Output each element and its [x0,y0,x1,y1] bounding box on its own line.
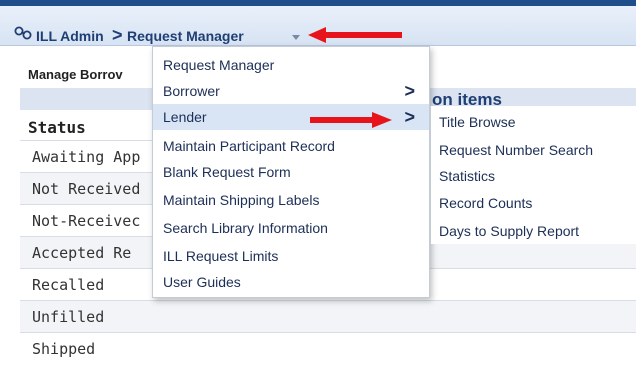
submenu-item-title-browse[interactable]: Title Browse [439,114,516,130]
menu-item-label: Borrower [163,83,220,99]
lender-submenu: Title Browse Request Number Search Stati… [430,106,636,244]
menu-item-borrower[interactable]: Borrower > [153,78,429,104]
menu-item-maintain-participant[interactable]: Maintain Participant Record [153,133,429,159]
menu-item-label: Search Library Information [163,220,328,236]
request-manager-dropdown-menu: Request Manager Borrower > Lender > Mainta… [152,46,430,298]
caret-down-icon[interactable] [292,35,300,40]
menu-item-label: Request Manager [163,57,275,73]
breadcrumb-separator: > [112,25,123,45]
menu-item-request-manager[interactable]: Request Manager [153,52,429,78]
menu-item-label: User Guides [163,274,241,290]
menu-item-label: ILL Request Limits [163,248,279,264]
link-chain-icon [14,26,32,40]
annotation-arrow-icon [310,112,392,128]
submenu-item-record-counts[interactable]: Record Counts [439,195,532,211]
status-row-shipped[interactable]: Shipped [20,332,636,364]
breadcrumb-request-manager[interactable]: Request Manager [127,28,244,44]
menu-item-request-limits[interactable]: ILL Request Limits [153,243,429,269]
menu-item-search-library[interactable]: Search Library Information [153,215,429,241]
page-title: Manage Borrov [28,67,123,82]
menu-item-label: Blank Request Form [163,164,291,180]
menu-item-blank-request[interactable]: Blank Request Form [153,159,429,185]
submenu-item-statistics[interactable]: Statistics [439,168,495,184]
status-row-unfilled[interactable]: Unfilled [20,300,636,332]
menu-item-user-guides[interactable]: User Guides [153,269,429,295]
submenu-item-days-to-supply[interactable]: Days to Supply Report [439,223,579,239]
menu-item-shipping-labels[interactable]: Maintain Shipping Labels [153,187,429,213]
submenu-item-request-number-search[interactable]: Request Number Search [439,142,593,158]
breadcrumb-ill-admin[interactable]: ILL Admin [36,28,104,44]
menu-item-label: Maintain Participant Record [163,138,335,154]
menu-item-label: Maintain Shipping Labels [163,192,320,208]
chevron-right-icon: > [404,81,415,101]
menu-item-label: Lender [163,109,207,125]
status-column-header: Status [28,118,86,137]
annotation-arrow-icon [308,27,402,43]
chevron-right-icon: > [404,107,415,127]
